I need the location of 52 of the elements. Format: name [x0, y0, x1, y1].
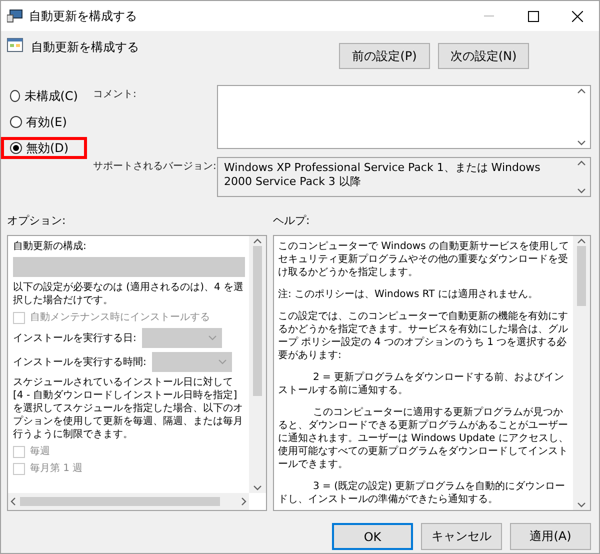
comment-field[interactable]	[217, 85, 591, 149]
next-setting-button[interactable]: 次の設定(N)	[438, 43, 529, 69]
options-label: オプション:	[7, 213, 67, 229]
help-paragraph: このコンピューターで Windows の自動更新サービスを使用してセキュリティ更新プログラムやその他の重要なダウンロードを受け取るかどうかを指定します。	[278, 240, 569, 279]
apply-button[interactable]: 適用(A)	[510, 523, 591, 550]
policy-icon	[7, 37, 23, 53]
computer-icon	[7, 9, 23, 23]
option-description: 以下の設定が必要なのは (適用されるのは)、4 を選択した場合だけです。	[13, 281, 245, 307]
section-heading: 自動更新の構成:	[13, 240, 88, 253]
scroll-down-icon[interactable]	[577, 188, 586, 194]
vertical-scrollbar[interactable]	[573, 236, 590, 510]
help-label: ヘルプ:	[273, 213, 311, 229]
supported-version-field: Windows XP Professional Service Pack 1、または Windows 2000 Service Pack 3 以降	[217, 157, 591, 197]
caret-icon	[208, 335, 218, 341]
help-paragraph: 2 = 更新プログラムをダウンロードする前、およびインストールする前に通知する。	[278, 371, 566, 397]
scroll-down-icon[interactable]	[253, 485, 262, 491]
scroll-thumb[interactable]	[253, 246, 262, 396]
window-title: 自動更新を構成する	[29, 8, 138, 24]
dropdown-label: インストールを実行する日:	[13, 332, 136, 344]
ok-button[interactable]: OK	[332, 523, 413, 550]
radio-button[interactable]	[10, 90, 20, 102]
vertical-scrollbar[interactable]	[249, 236, 266, 493]
highlighted-radio-option[interactable]: 無効(D)	[1, 137, 87, 159]
cancel-button[interactable]: キャンセル	[421, 523, 502, 550]
option-description: スケジュールされているインストール日に対して [4 - 自動ダウンロードしインストール日時を指定] を選択してスケジュールを指定した場合、以下のオプションを使用して更新を毎週、隔週、または毎月行うように制限できます。	[13, 376, 244, 441]
scroll-up-icon[interactable]	[253, 238, 262, 244]
comment-label: コメント:	[93, 88, 138, 102]
scroll-up-icon[interactable]	[577, 160, 586, 166]
scroll-thumb[interactable]	[577, 246, 586, 306]
radio-button[interactable]	[10, 116, 22, 128]
dropdown-label: インストールを実行する時間:	[13, 356, 146, 368]
close-icon	[572, 10, 582, 22]
help-paragraph: このコンピューターに適用する更新プログラムが見つかると、ダウンロードできる更新プログラムがあることがユーザーに通知されます。ユーザーは Windows Update にアクセスし、使用可能なすべての更新プログラムをダウンロードしてインストールできます。	[278, 406, 569, 471]
radio-option[interactable]: 有効(E)	[1, 111, 87, 133]
radio-option[interactable]: 未構成(C)	[1, 85, 87, 107]
caret-icon	[218, 359, 228, 365]
help-paragraph: 3 = (既定の設定) 更新プログラムを自動的にダウンロードし、インストールの準備ができたら通知する。	[278, 480, 566, 506]
scroll-left-icon[interactable]	[10, 497, 16, 506]
help-paragraph: この設定では、このコンピューターで自動更新の機能を有効にするかどうかを指定できます。サービスを有効にした場合は、グループ ポリシー設定の 4 つのオプションのうち 1 つを選択する必要があります:	[278, 310, 569, 362]
supported-version-label: サポートされるバージョン:	[93, 160, 217, 174]
horizontal-scrollbar[interactable]	[8, 493, 249, 510]
scroll-up-icon[interactable]	[577, 238, 586, 244]
scroll-up-icon[interactable]	[577, 88, 586, 94]
maximize-icon	[528, 10, 538, 22]
scroll-down-icon[interactable]	[577, 502, 586, 508]
previous-setting-button[interactable]: 前の設定(P)	[339, 43, 430, 69]
policy-title: 自動更新を構成する	[31, 39, 139, 56]
radio-button[interactable]	[10, 142, 22, 154]
help-paragraph: 注: このポリシーは、Windows RT には適用されません。	[278, 288, 539, 301]
scroll-thumb[interactable]	[20, 497, 220, 506]
scroll-down-icon[interactable]	[577, 140, 586, 146]
scroll-right-icon[interactable]	[241, 497, 247, 506]
